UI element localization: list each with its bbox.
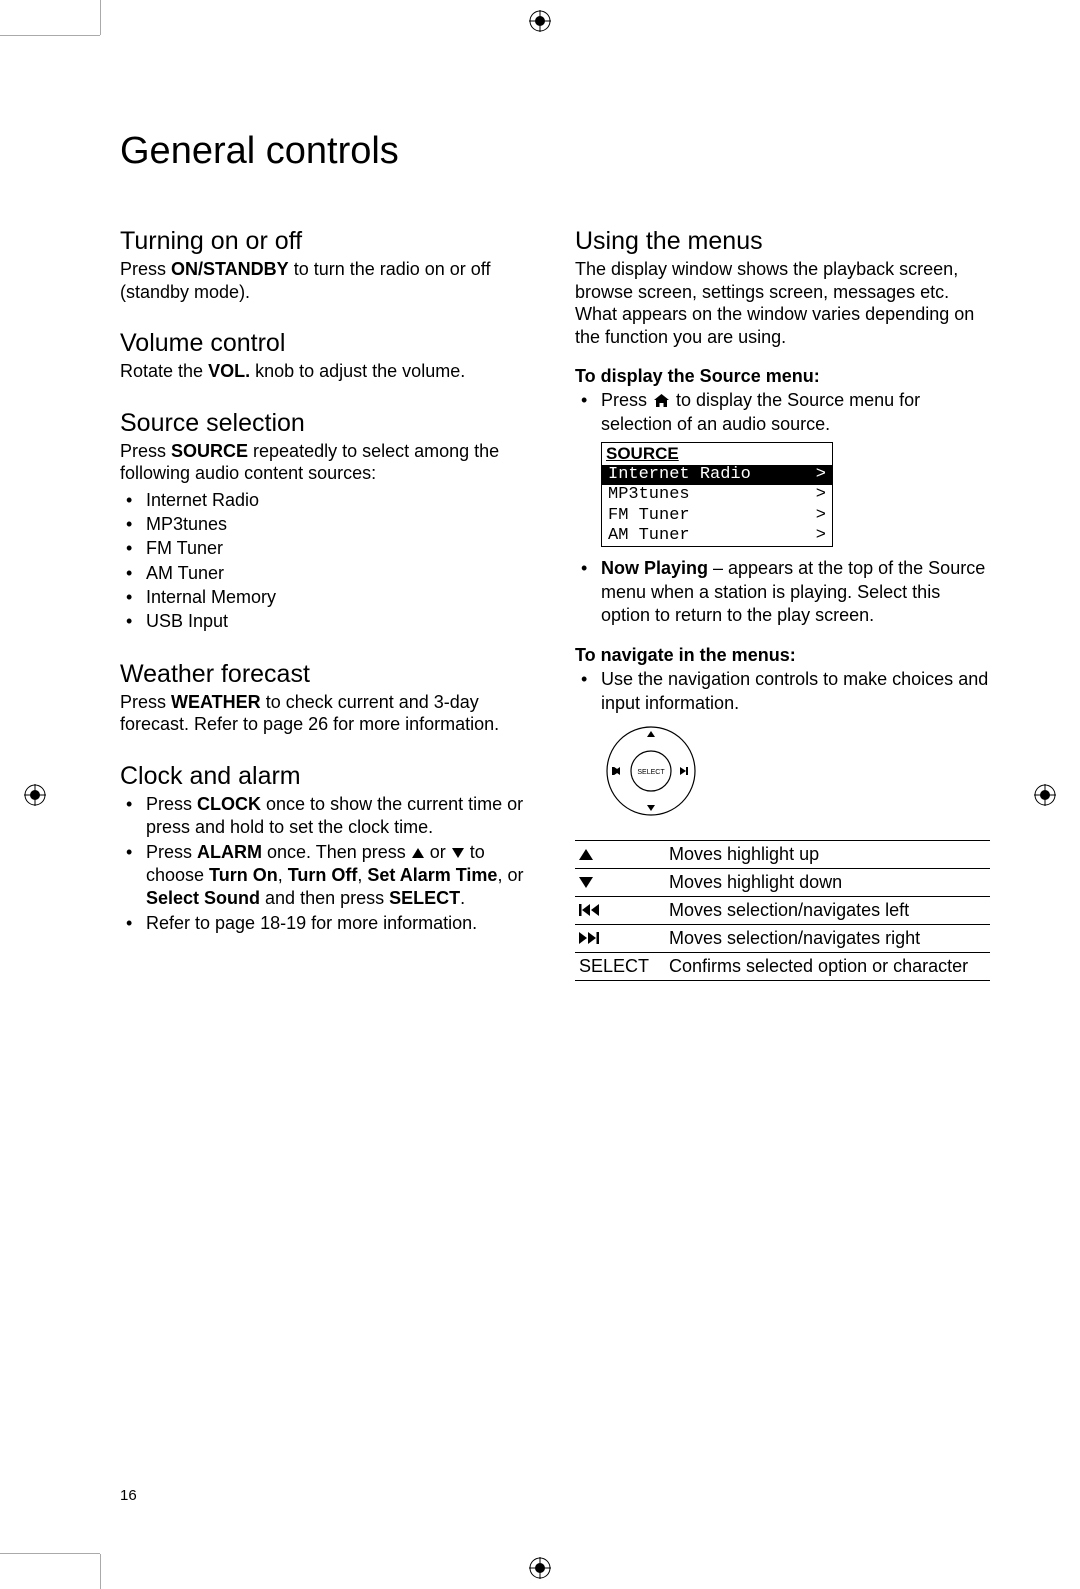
crop-mark	[100, 1554, 101, 1589]
subhead-navigate: To navigate in the menus:	[575, 645, 990, 666]
table-row: Moves highlight up	[575, 841, 990, 869]
nav-table: Moves highlight up Moves highlight down …	[575, 840, 990, 981]
text-volume: Rotate the VOL. knob to adjust the volum…	[120, 360, 535, 383]
table-row: Moves highlight down	[575, 869, 990, 897]
list-item: Press ALARM once. Then press or to choos…	[120, 841, 535, 911]
left-column: Turning on or off Press ON/STANDBY to tu…	[120, 201, 535, 981]
skip-prev-icon	[579, 900, 599, 920]
table-row: SELECT Confirms selected option or chara…	[575, 953, 990, 981]
text-menus-intro: The display window shows the playback sc…	[575, 258, 990, 348]
registration-mark-icon	[24, 784, 46, 806]
desc-cell: Confirms selected option or character	[665, 953, 990, 981]
list-item: Press CLOCK once to show the current tim…	[120, 793, 535, 840]
svg-text:SELECT: SELECT	[637, 769, 665, 776]
page-number: 16	[120, 1487, 137, 1504]
registration-mark-icon	[529, 10, 551, 32]
list-item: MP3tunes	[120, 513, 535, 536]
crop-mark	[100, 0, 101, 35]
text-turning: Press ON/STANDBY to turn the radio on or…	[120, 258, 535, 303]
desc-cell: Moves selection/navigates right	[665, 925, 990, 953]
down-arrow-icon	[579, 877, 593, 888]
source-box-row: AM Tuner>	[602, 526, 832, 546]
nav-pad-illustration: SELECT	[601, 721, 990, 826]
up-arrow-icon	[412, 848, 424, 858]
page-content: General controls Turning on or off Press…	[120, 130, 990, 981]
desc-cell: Moves highlight up	[665, 841, 990, 869]
source-box-row: MP3tunes>	[602, 485, 832, 505]
key-cell	[575, 925, 665, 953]
list-item: AM Tuner	[120, 562, 535, 585]
skip-next-icon	[579, 928, 599, 948]
list-item: Press to display the Source menu for sel…	[575, 389, 990, 436]
desc-cell: Moves selection/navigates left	[665, 897, 990, 925]
list-item: Internet Radio	[120, 489, 535, 512]
now-playing-list: Now Playing – appears at the top of the …	[575, 557, 990, 627]
source-box-row: FM Tuner>	[602, 506, 832, 526]
heading-menus: Using the menus	[575, 227, 990, 256]
list-item: Internal Memory	[120, 586, 535, 609]
heading-volume: Volume control	[120, 329, 535, 358]
source-list: Internet Radio MP3tunes FM Tuner AM Tune…	[120, 489, 535, 634]
text-weather: Press WEATHER to check current and 3-day…	[120, 691, 535, 736]
list-item: FM Tuner	[120, 537, 535, 560]
key-cell	[575, 841, 665, 869]
table-row: Moves selection/navigates right	[575, 925, 990, 953]
crop-mark	[0, 1553, 100, 1554]
source-box-row-selected: Internet Radio>	[602, 465, 832, 485]
source-menu-list: Press to display the Source menu for sel…	[575, 389, 990, 436]
source-box-header: SOURCE	[602, 443, 832, 464]
crop-mark	[0, 35, 100, 36]
up-arrow-icon	[579, 849, 593, 860]
desc-cell: Moves highlight down	[665, 869, 990, 897]
navigate-list: Use the navigation controls to make choi…	[575, 668, 990, 715]
source-menu-box: SOURCE Internet Radio> MP3tunes> FM Tune…	[601, 442, 833, 547]
heading-weather: Weather forecast	[120, 660, 535, 689]
page-title: General controls	[120, 130, 990, 173]
table-row: Moves selection/navigates left	[575, 897, 990, 925]
key-cell	[575, 897, 665, 925]
clock-list: Press CLOCK once to show the current tim…	[120, 793, 535, 935]
home-icon	[654, 390, 669, 413]
subhead-source-menu: To display the Source menu:	[575, 366, 990, 387]
key-cell: SELECT	[575, 953, 665, 981]
list-item: Now Playing – appears at the top of the …	[575, 557, 990, 627]
list-item: Refer to page 18-19 for more information…	[120, 912, 535, 935]
down-arrow-icon	[452, 848, 464, 858]
registration-mark-icon	[529, 1557, 551, 1579]
heading-source: Source selection	[120, 409, 535, 438]
list-item: USB Input	[120, 610, 535, 633]
key-cell	[575, 869, 665, 897]
list-item: Use the navigation controls to make choi…	[575, 668, 990, 715]
right-column: Using the menus The display window shows…	[575, 201, 990, 981]
registration-mark-icon	[1034, 784, 1056, 806]
heading-turning: Turning on or off	[120, 227, 535, 256]
text-source: Press SOURCE repeatedly to select among …	[120, 440, 535, 485]
heading-clock: Clock and alarm	[120, 762, 535, 791]
